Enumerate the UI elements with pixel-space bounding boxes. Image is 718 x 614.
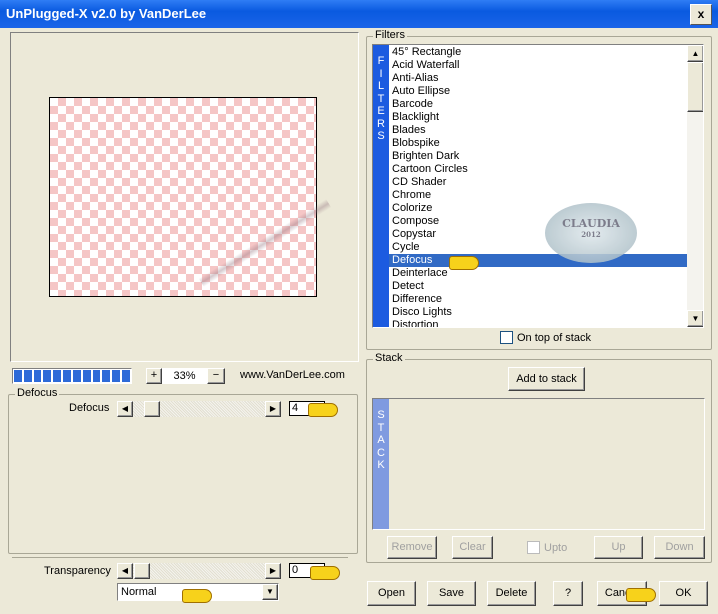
progress-segment (122, 370, 130, 382)
window-title: UnPlugged-X v2.0 by VanDerLee (6, 6, 207, 21)
slider-left-arrow[interactable]: ◀ (117, 563, 133, 579)
filter-item[interactable]: 45° Rectangle (389, 46, 687, 59)
filter-item[interactable]: Barcode (389, 98, 687, 111)
filter-item[interactable]: Compose (389, 215, 687, 228)
preview-panel[interactable] (10, 32, 359, 362)
scroll-down-arrow[interactable]: ▼ (687, 310, 703, 327)
progress-bar (12, 368, 132, 384)
slider-thumb[interactable] (134, 563, 150, 579)
pointing-hand-icon (308, 403, 338, 417)
watermark-logo: CLAUDIA 2012 (545, 203, 637, 263)
transparency-slider[interactable]: ◀ ▶ (117, 563, 281, 579)
progress-segment (82, 370, 91, 382)
clear-button[interactable]: Clear (452, 536, 493, 559)
on-top-label: On top of stack (517, 332, 591, 344)
preview-image (49, 97, 332, 297)
group-label: Defocus (15, 387, 60, 399)
progress-segment (102, 370, 111, 382)
progress-segment (53, 370, 62, 382)
on-top-checkbox[interactable] (500, 331, 513, 344)
transparency-label: Transparency (44, 565, 111, 577)
filter-item[interactable]: Deinterlace (389, 267, 687, 280)
group-label: Filters (373, 29, 407, 41)
filter-item[interactable]: Distortion (389, 319, 687, 327)
add-to-stack-button[interactable]: Add to stack (508, 367, 585, 391)
filter-item[interactable]: Blacklight (389, 111, 687, 124)
progress-segment (63, 370, 71, 382)
progress-segment (43, 370, 52, 382)
progress-segment (33, 370, 42, 382)
filters-band: FILTERS (373, 45, 389, 327)
progress-segment (14, 370, 22, 382)
save-button[interactable]: Save (427, 581, 476, 606)
defocus-group: Defocus (8, 387, 358, 554)
slider-thumb[interactable] (144, 401, 160, 417)
website-link[interactable]: www.VanDerLee.com (240, 369, 345, 381)
divider (12, 557, 348, 558)
filter-item[interactable]: Chrome (389, 189, 687, 202)
zoom-in-button[interactable]: + (146, 368, 162, 384)
filter-item[interactable]: Brighten Dark (389, 150, 687, 163)
remove-button[interactable]: Remove (387, 536, 437, 559)
chevron-down-icon[interactable]: ▼ (262, 584, 278, 600)
filter-item[interactable]: Difference (389, 293, 687, 306)
slider-left-arrow[interactable]: ◀ (117, 401, 133, 417)
down-button[interactable]: Down (654, 536, 705, 559)
filter-item[interactable]: Anti-Alias (389, 72, 687, 85)
filter-list[interactable]: FILTERS 45° Rectangle Acid Waterfall Anti-… (372, 44, 704, 328)
progress-segment (92, 370, 101, 382)
progress-segment (72, 370, 81, 382)
filter-item[interactable]: Cartoon Circles (389, 163, 687, 176)
help-button[interactable]: ? (553, 581, 583, 606)
filter-item[interactable]: Defocus (389, 254, 687, 267)
group-label: Stack (373, 352, 405, 364)
filter-item[interactable]: Auto Ellipse (389, 85, 687, 98)
filter-item[interactable]: Copystar (389, 228, 687, 241)
pointing-hand-icon (626, 588, 656, 602)
title-bar: UnPlugged-X v2.0 by VanDerLee (0, 0, 718, 28)
upto-label: Upto (544, 542, 568, 554)
filter-item[interactable]: Disco Lights (389, 306, 687, 319)
filter-item[interactable]: Cycle (389, 241, 687, 254)
scrollbar[interactable]: ▲ ▼ (687, 45, 703, 327)
up-button[interactable]: Up (594, 536, 643, 559)
pointing-hand-icon (182, 589, 212, 603)
pointing-hand-icon (310, 566, 340, 580)
upto-checkbox[interactable] (527, 541, 540, 554)
open-button[interactable]: Open (367, 581, 416, 606)
stack-band: STACK (373, 399, 389, 529)
slider-right-arrow[interactable]: ▶ (265, 563, 281, 579)
blend-mode-value: Normal (121, 586, 157, 598)
defocus-slider[interactable]: ◀ ▶ (117, 401, 281, 417)
scroll-thumb[interactable] (687, 62, 703, 112)
progress-segment (23, 370, 32, 382)
filter-item[interactable]: Acid Waterfall (389, 59, 687, 72)
close-button[interactable]: x (690, 4, 712, 25)
slider-right-arrow[interactable]: ▶ (265, 401, 281, 417)
defocus-label: Defocus (69, 402, 110, 414)
zoom-level: 33% (162, 368, 207, 384)
progress-segment (112, 370, 121, 382)
filter-item[interactable]: Blades (389, 124, 687, 137)
pointing-hand-icon (449, 256, 479, 270)
filter-item[interactable]: Blobspike (389, 137, 687, 150)
filter-item[interactable]: Detect (389, 280, 687, 293)
zoom-out-button[interactable]: − (207, 368, 225, 384)
scroll-up-arrow[interactable]: ▲ (687, 45, 703, 62)
filter-item[interactable]: Colorize (389, 202, 687, 215)
delete-button[interactable]: Delete (487, 581, 536, 606)
filter-item[interactable]: CD Shader (389, 176, 687, 189)
ok-button[interactable]: OK (659, 581, 708, 606)
stack-list[interactable]: STACK (372, 398, 705, 530)
